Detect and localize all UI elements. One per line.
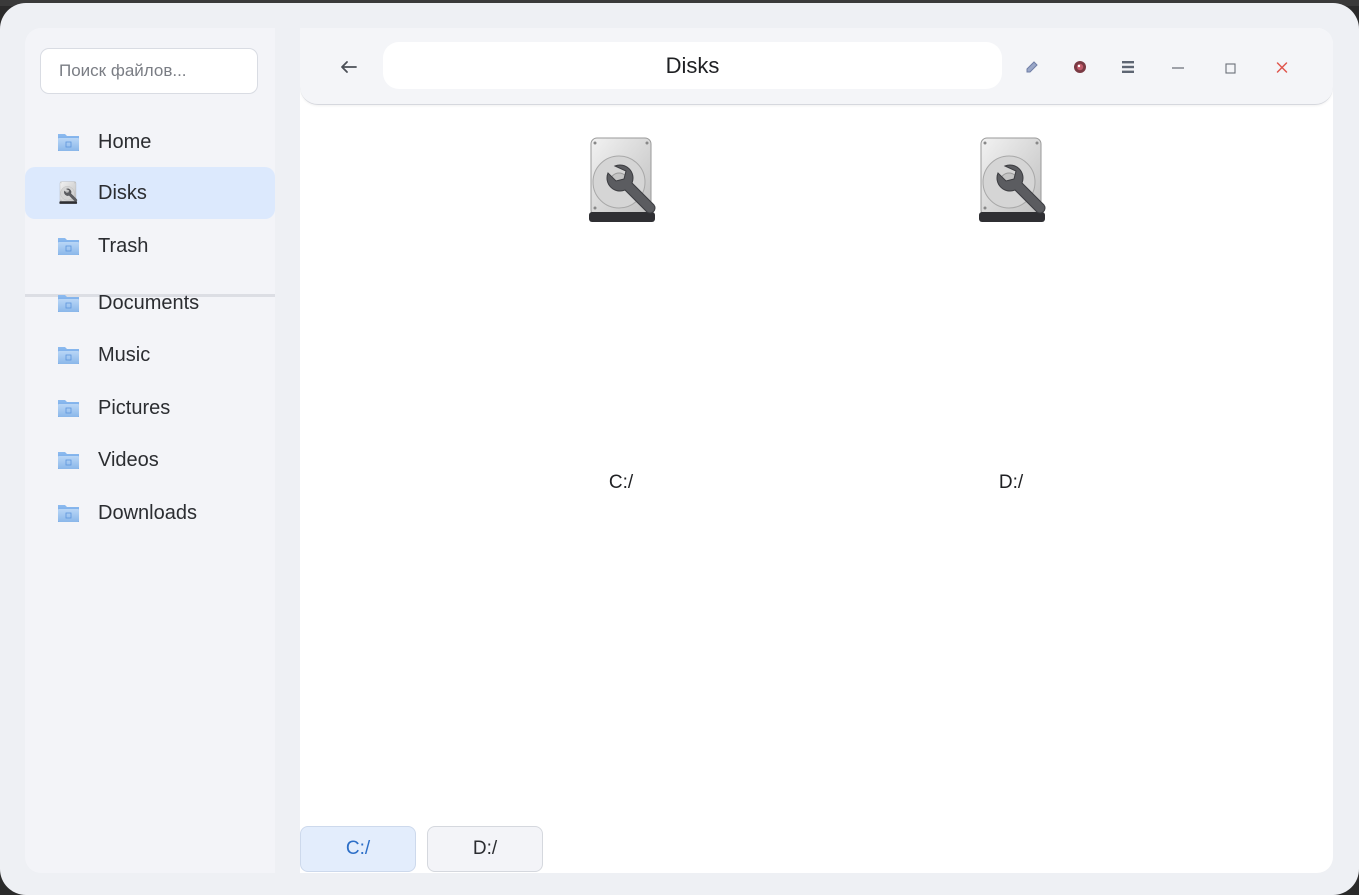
folder-icon [57,449,80,471]
close-button[interactable] [1267,52,1297,82]
rename-button[interactable] [1017,52,1047,82]
disk-utility-icon [585,136,661,226]
sidebar-item-disks[interactable]: Disks [25,167,275,219]
sidebar-item-pictures[interactable]: Pictures [25,382,275,434]
back-button[interactable] [336,54,362,80]
disk-label: C:/ [608,472,634,493]
sidebar-item-label: Home [98,130,152,153]
preview-button[interactable] [1065,52,1095,82]
disk-utility-icon [57,181,80,205]
folder-icon [57,344,80,366]
sidebar-item-label: Pictures [98,396,171,419]
pencil-icon [1026,61,1038,73]
sidebar-item-label: Trash [98,234,149,257]
header-bar: Disks [300,28,1333,105]
sidebar-item-label: Documents [98,291,200,314]
menu-icon [1122,61,1134,73]
sidebar-item-home[interactable]: Home [25,116,275,168]
minimize-button[interactable] [1163,52,1193,82]
sidebar-item-trash[interactable]: Trash [25,220,275,272]
disk-label: D:/ [998,472,1024,493]
sidebar: Home Disks Trash Documents Music Picture… [25,28,275,873]
menu-button[interactable] [1113,52,1143,82]
folder-icon [57,235,80,257]
tab-d[interactable]: D:/ [427,826,543,872]
search-input[interactable] [40,48,258,94]
main-panel: Disks C:/ D:/ C:/ D:/ [300,28,1333,873]
file-manager-window: Home Disks Trash Documents Music Picture… [0,3,1359,895]
sidebar-item-label: Disks [98,181,147,204]
maximize-icon [1225,63,1236,74]
minimize-icon [1172,67,1184,69]
maximize-button[interactable] [1215,52,1245,82]
sidebar-item-label: Downloads [98,501,197,524]
sidebar-item-label: Music [98,343,151,366]
location-title: Disks [383,42,1002,89]
folder-icon [57,292,80,314]
close-icon [1276,62,1288,73]
folder-icon [57,131,80,153]
sidebar-item-videos[interactable]: Videos [25,434,275,486]
eye-icon [1074,61,1086,73]
disk-utility-icon [975,136,1051,226]
sidebar-item-music[interactable]: Music [25,329,275,381]
tab-c[interactable]: C:/ [300,826,416,872]
disk-item-d[interactable]: D:/ [931,136,1091,506]
sidebar-item-documents[interactable]: Documents [25,277,275,329]
arrow-left-icon [341,61,357,73]
folder-icon [57,397,80,419]
sidebar-item-label: Videos [98,448,159,471]
sidebar-item-downloads[interactable]: Downloads [25,487,275,539]
disk-item-c[interactable]: C:/ [541,136,701,506]
folder-icon [57,502,80,524]
